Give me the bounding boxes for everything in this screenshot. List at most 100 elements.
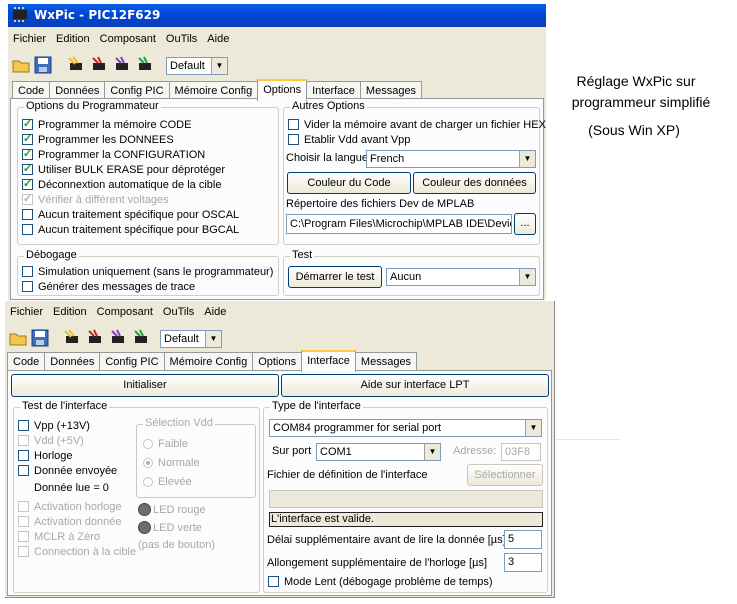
- tab-options[interactable]: Options: [252, 352, 303, 371]
- checkbox: [18, 531, 29, 542]
- option-no-oscal[interactable]: Aucun traitement spécifique pour OSCAL: [22, 208, 239, 222]
- option-program-config[interactable]: Programmer la CONFIGURATION: [22, 147, 205, 162]
- menu-outils[interactable]: OuTils: [161, 33, 202, 45]
- erase-chip-icon[interactable]: [86, 329, 104, 347]
- group-label: Test: [290, 249, 315, 261]
- test-clock[interactable]: Horloge: [18, 449, 73, 463]
- erase-chip-icon[interactable]: [90, 56, 108, 74]
- chevron-down-icon[interactable]: ▼: [525, 420, 541, 436]
- option-program-code[interactable]: Programmer la mémoire CODE: [22, 117, 191, 132]
- menu-aide[interactable]: Aide: [202, 33, 234, 45]
- test-vpp[interactable]: Vpp (+13V): [18, 419, 90, 433]
- open-folder-icon[interactable]: [9, 329, 27, 347]
- tab-memoire-config[interactable]: Mémoire Config: [163, 352, 254, 371]
- option-clear-memory[interactable]: Vider la mémoire avant de charger un fic…: [288, 118, 546, 132]
- checkbox[interactable]: [22, 224, 33, 235]
- checkbox[interactable]: [288, 119, 299, 130]
- title-bar[interactable]: WxPic - PIC12F629: [8, 4, 546, 27]
- slow-mode-option[interactable]: Mode Lent (débogage problème de temps): [268, 575, 493, 589]
- option-bulk-erase[interactable]: Utiliser BULK ERASE pour déprotéger: [22, 162, 225, 177]
- menu-edition[interactable]: Edition: [48, 306, 92, 318]
- option-trace[interactable]: Générer des messages de trace: [22, 280, 195, 294]
- option-vdd-before-vpp[interactable]: Etablir Vdd avant Vpp: [288, 133, 410, 147]
- menu-fichier[interactable]: Fichier: [5, 306, 48, 318]
- chevron-down-icon[interactable]: ▼: [519, 269, 535, 285]
- def-file-field[interactable]: [269, 490, 543, 508]
- select-file-button[interactable]: Sélectionner: [467, 464, 543, 486]
- checkbox[interactable]: [22, 281, 33, 292]
- menu-edition[interactable]: Edition: [51, 33, 95, 45]
- toolbar: Default ▼: [8, 52, 546, 79]
- read-chip-icon[interactable]: [109, 329, 127, 347]
- radio: [143, 477, 153, 487]
- verify-chip-icon[interactable]: [136, 56, 154, 74]
- checkbox[interactable]: [268, 576, 279, 587]
- checkbox[interactable]: [22, 147, 33, 161]
- initialize-button[interactable]: Initialiser: [11, 374, 279, 397]
- checkbox[interactable]: [22, 162, 33, 176]
- checkbox[interactable]: [22, 117, 33, 131]
- no-button-label: (pas de bouton): [138, 539, 216, 551]
- radio: [143, 458, 153, 468]
- lpt-help-button[interactable]: Aide sur interface LPT: [281, 374, 549, 397]
- checkbox[interactable]: [18, 465, 29, 476]
- chip-icon: [13, 7, 27, 22]
- menu-aide[interactable]: Aide: [199, 306, 231, 318]
- chevron-down-icon[interactable]: ▼: [519, 151, 535, 167]
- option-program-data[interactable]: Programmer les DONNEES: [22, 132, 174, 147]
- test-target-connection: Connection à la cible: [18, 545, 136, 559]
- mplab-dir-field[interactable]: C:\Program Files\Microchip\MPLAB IDE\Dev…: [286, 214, 512, 234]
- group-label: Débogage: [24, 249, 79, 261]
- checkbox[interactable]: [18, 420, 29, 431]
- verify-chip-icon[interactable]: [132, 329, 150, 347]
- clock-extension-field[interactable]: 3: [504, 553, 542, 572]
- checkbox[interactable]: [22, 132, 33, 146]
- language-label: Choisir la langue: [286, 152, 368, 164]
- device-config-combo[interactable]: Default ▼: [166, 57, 228, 75]
- tab-options[interactable]: Options: [257, 79, 308, 101]
- menu-fichier[interactable]: Fichier: [8, 33, 51, 45]
- chevron-down-icon[interactable]: ▼: [211, 58, 227, 74]
- start-test-button[interactable]: Démarrer le test: [288, 266, 382, 288]
- checkbox[interactable]: [22, 177, 33, 191]
- tab-code[interactable]: Code: [7, 352, 46, 371]
- tab-interface[interactable]: Interface: [301, 350, 356, 372]
- browse-button[interactable]: ...: [514, 213, 536, 235]
- checkbox[interactable]: [22, 209, 33, 220]
- tab-config-pic[interactable]: Config PIC: [99, 352, 165, 371]
- save-disk-icon[interactable]: [34, 56, 52, 74]
- test-select-combo[interactable]: Aucun ▼: [386, 268, 536, 286]
- chevron-down-icon[interactable]: ▼: [424, 444, 440, 460]
- program-chip-icon[interactable]: [67, 56, 85, 74]
- checkbox[interactable]: [22, 266, 33, 277]
- read-chip-icon[interactable]: [113, 56, 131, 74]
- menu-bar: Fichier Edition Composant OuTils Aide: [5, 302, 554, 321]
- save-disk-icon[interactable]: [31, 329, 49, 347]
- option-auto-disconnect[interactable]: Déconnextion automatique de la cible: [22, 177, 221, 192]
- device-config-combo[interactable]: Default ▼: [160, 330, 222, 348]
- test-mclr-zero: MCLR à Zéro: [18, 530, 100, 544]
- checkbox: [18, 435, 29, 446]
- tab-donnees[interactable]: Données: [44, 352, 101, 371]
- chevron-down-icon[interactable]: ▼: [205, 331, 221, 347]
- open-folder-icon[interactable]: [12, 56, 30, 74]
- read-delay-field[interactable]: 5: [504, 530, 542, 549]
- test-data-sent[interactable]: Donnée envoyée: [18, 464, 117, 478]
- program-chip-icon[interactable]: [63, 329, 81, 347]
- checkbox[interactable]: [18, 450, 29, 461]
- tab-messages[interactable]: Messages: [354, 352, 418, 371]
- menu-composant[interactable]: Composant: [95, 33, 161, 45]
- data-color-button[interactable]: Couleur des données: [413, 172, 536, 194]
- menu-outils[interactable]: OuTils: [158, 306, 199, 318]
- port-combo[interactable]: COM1 ▼: [316, 443, 441, 461]
- option-no-bgcal[interactable]: Aucun traitement spécifique pour BGCAL: [22, 223, 239, 237]
- option-simulation[interactable]: Simulation uniquement (sans le programma…: [22, 265, 273, 279]
- radio: [143, 439, 153, 449]
- language-combo[interactable]: French ▼: [366, 150, 536, 168]
- checkbox: [18, 546, 29, 557]
- interface-test-group: Test de l'interface Vpp (+13V) Vdd (+5V)…: [13, 400, 260, 593]
- menu-composant[interactable]: Composant: [92, 306, 158, 318]
- interface-type-combo[interactable]: COM84 programmer for serial port ▼: [269, 419, 542, 437]
- checkbox[interactable]: [288, 134, 299, 145]
- code-color-button[interactable]: Couleur du Code: [287, 172, 411, 194]
